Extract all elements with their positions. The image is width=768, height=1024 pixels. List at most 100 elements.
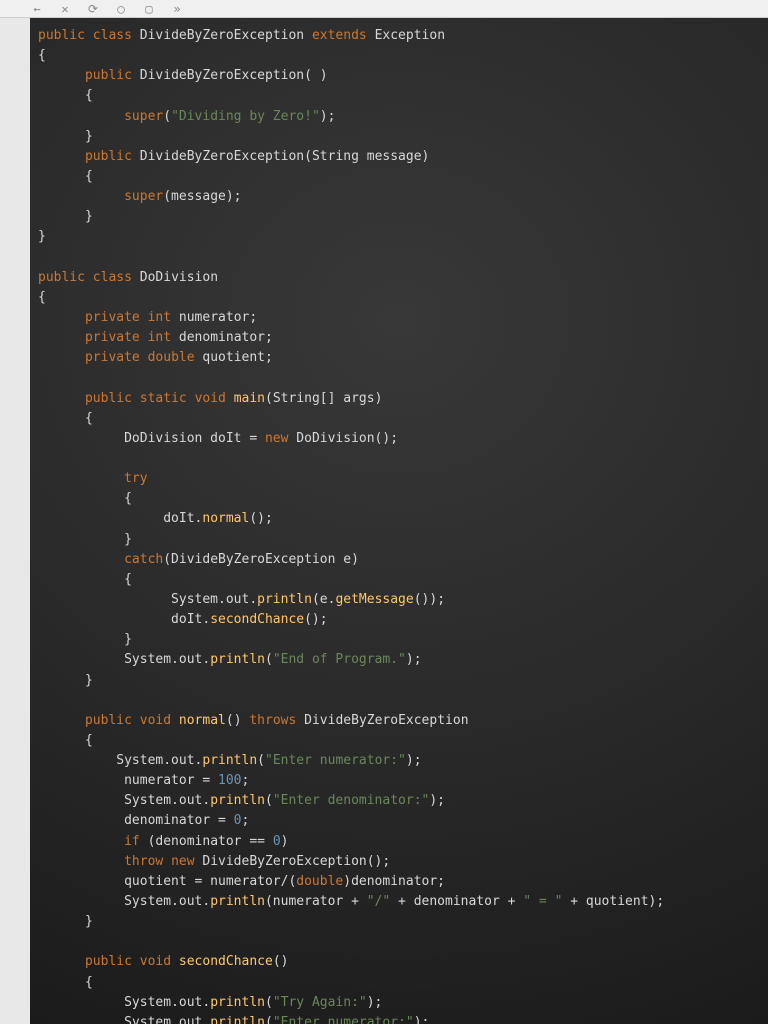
code-line[interactable]: {	[38, 731, 768, 751]
code-token: private	[85, 310, 140, 325]
code-line[interactable]: {	[38, 489, 768, 509]
code-token: println	[257, 592, 312, 607]
code-token: "Enter denominator:"	[273, 793, 430, 808]
code-token	[38, 189, 124, 204]
code-line[interactable]: System.out.println(e.getMessage());	[38, 590, 768, 610]
code-token: );	[406, 652, 422, 667]
code-line[interactable]: if (denominator == 0)	[38, 832, 768, 852]
chevrons-icon[interactable]: »	[170, 2, 184, 16]
code-token: (String[] args)	[265, 391, 382, 406]
code-line[interactable]: public static void main(String[] args)	[38, 389, 768, 409]
code-token	[226, 391, 234, 406]
code-line[interactable]: private int denominator;	[38, 328, 768, 348]
code-line[interactable]: }	[38, 630, 768, 650]
code-token: static	[140, 391, 187, 406]
code-token: }	[38, 129, 93, 144]
code-line[interactable]: public void normal() throws DivideByZero…	[38, 711, 768, 731]
code-token: (message);	[163, 189, 241, 204]
code-token	[38, 854, 124, 869]
code-token: println	[210, 894, 265, 909]
code-line[interactable]: }	[38, 227, 768, 247]
code-line[interactable]: System.out.println("Try Again:");	[38, 993, 768, 1013]
code-token: );	[367, 995, 383, 1010]
code-line[interactable]: denominator = 0;	[38, 811, 768, 831]
code-token	[38, 834, 124, 849]
code-line[interactable]: {	[38, 288, 768, 308]
code-line[interactable]: private double quotient;	[38, 348, 768, 368]
code-token	[38, 68, 85, 83]
code-token: )denominator;	[343, 874, 445, 889]
code-line[interactable]: System.out.println(numerator + "/" + den…	[38, 892, 768, 912]
code-token: println	[210, 1015, 265, 1024]
code-line[interactable]: {	[38, 46, 768, 66]
code-line[interactable]: System.out.println("End of Program.");	[38, 650, 768, 670]
code-line[interactable]: }	[38, 912, 768, 932]
code-line[interactable]: System.out.println("Enter numerator:");	[38, 751, 768, 771]
code-line[interactable]: }	[38, 671, 768, 691]
code-token	[132, 270, 140, 285]
code-editor[interactable]: public class DivideByZeroException exten…	[30, 18, 768, 1024]
code-token: DivideByZeroException	[140, 28, 312, 43]
code-line[interactable]	[38, 449, 768, 469]
code-token: System.out.	[38, 592, 257, 607]
code-line[interactable]: public DivideByZeroException(String mess…	[38, 147, 768, 167]
code-token	[140, 350, 148, 365]
code-token: int	[148, 310, 171, 325]
code-token: "Enter numerator:"	[273, 1015, 414, 1024]
code-token: numerator;	[171, 310, 257, 325]
code-token: }	[38, 632, 132, 647]
code-line[interactable]: }	[38, 127, 768, 147]
code-line[interactable]: doIt.secondChance();	[38, 610, 768, 630]
code-token: System.out.	[38, 894, 210, 909]
code-line[interactable]: doIt.normal();	[38, 509, 768, 529]
code-token: println	[210, 652, 265, 667]
code-line[interactable]: {	[38, 409, 768, 429]
code-line[interactable]: try	[38, 469, 768, 489]
code-line[interactable]: throw new DivideByZeroException();	[38, 852, 768, 872]
code-line[interactable]: {	[38, 973, 768, 993]
code-line[interactable]	[38, 932, 768, 952]
code-line[interactable]: }	[38, 530, 768, 550]
code-line[interactable]: quotient = numerator/(double)denominator…	[38, 872, 768, 892]
code-line[interactable]: DoDivision doIt = new DoDivision();	[38, 429, 768, 449]
code-token	[85, 28, 93, 43]
code-line[interactable]: {	[38, 167, 768, 187]
code-token: 100	[218, 773, 241, 788]
code-token: (	[257, 753, 265, 768]
code-token: public	[38, 28, 85, 43]
code-token: }	[38, 673, 93, 688]
code-line[interactable]: public void secondChance()	[38, 952, 768, 972]
code-line[interactable]: public class DoDivision	[38, 268, 768, 288]
code-token: private	[85, 330, 140, 345]
code-line[interactable]: System.out.println("Enter numerator:");	[38, 1013, 768, 1024]
code-line[interactable]: numerator = 100;	[38, 771, 768, 791]
code-line[interactable]: super(message);	[38, 187, 768, 207]
arrow-left-icon[interactable]: ←	[30, 2, 44, 16]
code-token: + denominator +	[390, 894, 523, 909]
code-token: public	[38, 270, 85, 285]
code-token: double	[148, 350, 195, 365]
code-token: ;	[242, 813, 250, 828]
square-icon[interactable]: ▢	[142, 2, 156, 16]
code-line[interactable]	[38, 691, 768, 711]
code-line[interactable]	[38, 248, 768, 268]
code-line[interactable]: public DivideByZeroException( )	[38, 66, 768, 86]
code-line[interactable]: {	[38, 570, 768, 590]
code-line[interactable]: System.out.println("Enter denominator:")…	[38, 791, 768, 811]
code-line[interactable]: super("Dividing by Zero!");	[38, 107, 768, 127]
code-line[interactable]	[38, 368, 768, 388]
code-token: quotient;	[195, 350, 273, 365]
code-token	[140, 330, 148, 345]
close-icon[interactable]: ✕	[58, 2, 72, 16]
code-token	[38, 954, 85, 969]
code-token: System.out.	[38, 995, 210, 1010]
code-line[interactable]: }	[38, 207, 768, 227]
code-token	[38, 149, 85, 164]
code-token	[38, 552, 124, 567]
code-line[interactable]: {	[38, 86, 768, 106]
circle-icon[interactable]: ◯	[114, 2, 128, 16]
refresh-icon[interactable]: ⟳	[86, 2, 100, 16]
code-line[interactable]: public class DivideByZeroException exten…	[38, 26, 768, 46]
code-line[interactable]: private int numerator;	[38, 308, 768, 328]
code-line[interactable]: catch(DivideByZeroException e)	[38, 550, 768, 570]
